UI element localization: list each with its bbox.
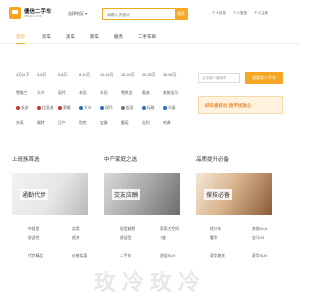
brand-logo-icon [58,106,62,110]
brand-link[interactable]: 福特 [37,121,45,126]
price-option[interactable]: 3-5万 [37,73,46,78]
city-selector[interactable]: 选择地区 ▾ [68,11,87,17]
search-input[interactable] [107,11,173,18]
brand-link[interactable]: 比亚迪 [37,106,53,111]
card-label: 交友应酬 [112,189,141,200]
tag-link[interactable]: 宝马X3 [252,236,264,241]
promo-banner-text: 好车卖好价 放手找放心 [205,103,252,108]
brand-link[interactable]: 宝骏 [100,121,108,126]
top-link-login[interactable]: 个人登录 [233,11,247,15]
brand-logo-icon [142,106,146,110]
tag-link[interactable]: 奔驰GLA [252,227,267,232]
tag-link[interactable]: 7座 [160,236,166,241]
tag-link[interactable]: 舒适SUV [160,254,175,259]
card-label: 通勤代步 [20,189,49,200]
brand-link[interactable]: 荣威 [58,106,71,111]
brand-logo-icon [79,106,83,110]
card-label: 撑技必备 [204,189,233,200]
search-button[interactable]: 搜索 [175,9,187,19]
price-option[interactable]: 8-10万 [79,73,90,78]
tag-link[interactable]: 舒适型 [120,236,131,241]
top-link-register[interactable]: 个人注册 [254,11,268,15]
brand-link[interactable]: 现代 [100,106,113,111]
tag-link[interactable]: 家用大空间 [160,227,179,232]
tag-link[interactable]: 轻型越野 [120,227,135,232]
section-title-family: 中产家庭之选 [104,157,138,163]
brand-link[interactable]: 丰田 [100,91,108,96]
tag-link[interactable]: 实用 [72,227,80,232]
nav-sell[interactable]: 卖车 [66,33,75,44]
brand-link[interactable]: 长安 [16,106,29,111]
tag-link[interactable]: 经济 [72,236,80,241]
brand-link[interactable]: 众泰 [163,106,176,111]
brand-link[interactable]: 雷诺 [121,121,129,126]
brand-link[interactable]: 起亚 [121,106,134,111]
nav-buy[interactable]: 买车 [42,33,51,44]
promo-banner[interactable]: 好车卖好价 放手找放心 [198,96,283,114]
nav-new[interactable]: 新车 [90,33,99,44]
brand-link[interactable]: 现代 [58,91,66,96]
logo-icon[interactable] [9,7,21,19]
brand-link[interactable]: 本田 [79,91,87,96]
watermark: 玫冷玫冷 [93,270,206,295]
sell-phone-input[interactable]: 点击填一键卖车 [198,73,240,83]
logo-subtitle: xinyu2.com [24,14,42,18]
brand-logo-icon [121,106,125,110]
brand-link[interactable]: 日产 [58,121,66,126]
card-commuter[interactable]: 通勤代步 [12,173,88,215]
top-link-profile[interactable]: 个人信息 [212,11,226,15]
card-family[interactable]: 交友应酬 [104,173,180,215]
price-option[interactable]: 30-50万 [163,73,177,78]
brand-link[interactable]: 大众 [37,91,45,96]
header: 優信二手车 xinyu2.com 选择地区 ▾ 搜索 个人信息 个人登录 个人注… [0,0,300,26]
main-nav: 首页 买车 卖车 新车 服务 二手车商 [0,30,300,44]
section-title-premium: 品质提升必备 [196,157,230,163]
search-box: 搜索 [102,8,188,20]
section-title-commuter: 上班族首选 [12,157,40,163]
brand-link[interactable]: 东风 [16,121,24,126]
brand-link[interactable]: 标致 [142,106,155,111]
tag-link[interactable]: 中轻型 [28,227,39,232]
tag-link[interactable]: 二手车 [120,254,131,259]
top-links: 个人信息 个人登录 个人注册 [212,11,274,16]
tag-link[interactable]: 豪华SUV [252,254,267,259]
tag-link[interactable]: 奢华 [210,236,218,241]
brand-logo-icon [163,106,167,110]
card-premium[interactable]: 撑技必备 [196,173,272,215]
nav-service[interactable]: 服务 [114,33,123,44]
nav-home[interactable]: 首页 [16,33,25,44]
price-option[interactable]: 20-30万 [142,73,156,78]
brand-link[interactable]: 雪佛兰 [16,91,27,96]
brand-link[interactable]: 别克 [79,121,87,126]
brand-link[interactable]: 雪铁龙 [121,91,132,96]
brand-link[interactable]: 奥迪 [142,91,150,96]
tag-link[interactable]: 舒适性 [28,236,39,241]
brand-logo-icon [37,106,41,110]
nav-dealer[interactable]: 二手车商 [138,33,156,44]
price-option[interactable]: 15-20万 [121,73,135,78]
tag-link[interactable]: 价格实惠 [72,254,87,259]
sell-car-button[interactable]: 我要卖二手车 [245,72,283,84]
brand-link[interactable]: 吉利 [142,121,150,126]
price-option[interactable]: 10-15万 [100,73,114,78]
price-option[interactable]: 5-8万 [58,73,67,78]
tag-link[interactable]: 豪华跑车 [210,254,225,259]
tag-link[interactable]: 进口车 [210,227,221,232]
brand-link[interactable]: 大众 [79,106,92,111]
brand-link[interactable]: 奔驰宝马 [163,91,178,96]
brand-logo-icon [100,106,104,110]
price-option[interactable]: 3万以下 [16,73,30,78]
brand-logo-icon [16,106,20,110]
tag-link[interactable]: 代步精品 [28,254,43,259]
brand-link[interactable]: 哈弗 [163,121,171,126]
